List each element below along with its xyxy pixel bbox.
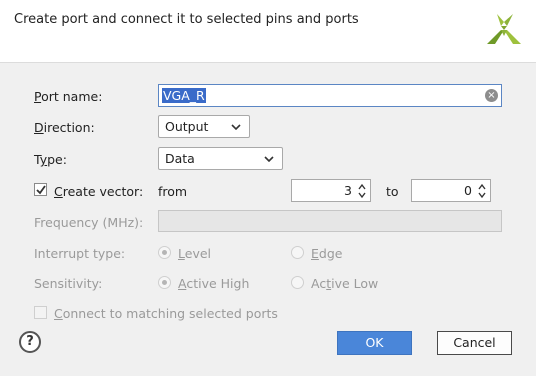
chevron-down-icon: [231, 124, 241, 130]
interrupt-level-label: Level: [178, 246, 212, 261]
cancel-button[interactable]: Cancel: [437, 331, 512, 355]
connect-matching-checkbox[interactable]: [34, 306, 47, 319]
dialog-title: Create port and connect it to selected p…: [14, 12, 359, 27]
connect-matching-label: Connect to matching selected ports: [54, 306, 278, 321]
checkmark-icon: [36, 185, 46, 195]
vector-to-label: to: [386, 184, 399, 199]
type-select[interactable]: Data: [158, 147, 283, 170]
frequency-input[interactable]: [158, 210, 502, 232]
sensitivity-active-low-label: Active Low: [311, 276, 379, 291]
clear-icon[interactable]: ×: [485, 89, 498, 102]
sensitivity-active-low-radio[interactable]: [291, 276, 304, 289]
dialog-header: Create port and connect it to selected p…: [0, 0, 536, 63]
interrupt-edge-label: Edge: [311, 246, 343, 261]
interrupt-type-label: Interrupt type:: [34, 246, 126, 261]
type-label: Type:: [34, 152, 67, 167]
sensitivity-label: Sensitivity:: [34, 276, 103, 291]
port-name-label: Port name:: [34, 89, 103, 104]
create-vector-label: Create vector:: [54, 184, 144, 199]
vector-to-value: 0: [464, 183, 472, 198]
spinner-arrows-icon[interactable]: [357, 182, 367, 200]
direction-select[interactable]: Output: [158, 115, 250, 138]
vector-from-spinner[interactable]: 3: [291, 179, 371, 202]
type-value: Data: [165, 151, 195, 166]
help-button[interactable]: ?: [19, 331, 41, 353]
chevron-down-icon: [264, 156, 274, 162]
port-name-value: VGA_R: [162, 88, 206, 103]
sensitivity-active-high-label: Active High: [178, 276, 250, 291]
frequency-label: Frequency (MHz):: [34, 215, 144, 230]
vector-from-value: 3: [344, 183, 352, 198]
ok-button[interactable]: OK: [337, 331, 412, 355]
xilinx-logo-icon: [487, 14, 521, 44]
port-name-input[interactable]: VGA_R ×: [158, 84, 502, 107]
vector-to-spinner[interactable]: 0: [411, 179, 491, 202]
direction-value: Output: [165, 119, 209, 134]
vector-from-label: from: [158, 184, 188, 199]
create-vector-checkbox[interactable]: [34, 183, 47, 196]
spinner-arrows-icon[interactable]: [477, 182, 487, 200]
interrupt-level-radio[interactable]: [158, 246, 171, 259]
sensitivity-active-high-radio[interactable]: [158, 276, 171, 289]
direction-label: Direction:: [34, 120, 95, 135]
interrupt-edge-radio[interactable]: [291, 246, 304, 259]
